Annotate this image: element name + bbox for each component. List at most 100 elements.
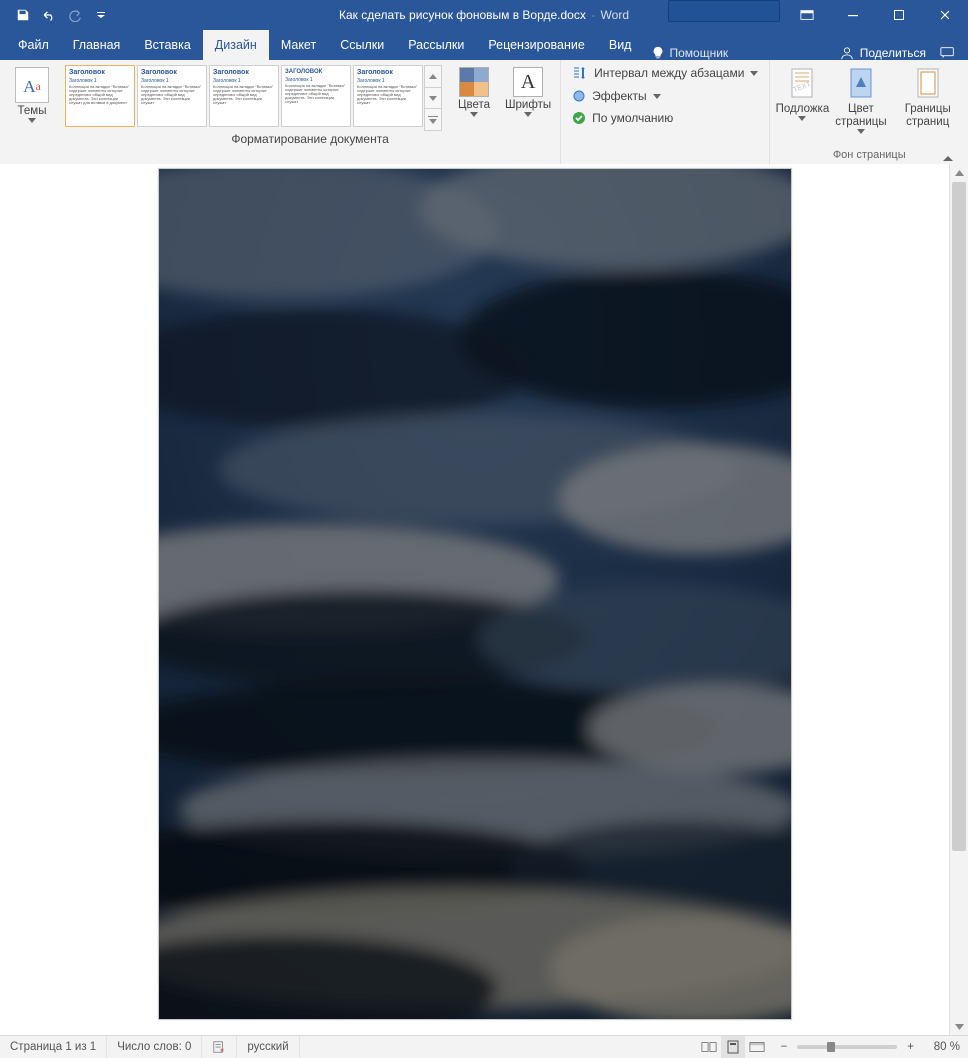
tab-home[interactable]: Главная [61, 30, 133, 60]
scroll-thumb[interactable] [952, 182, 966, 851]
fonts-button[interactable]: A Шрифты [500, 64, 556, 120]
ribbon-display-options[interactable] [784, 0, 830, 30]
style-thumb[interactable]: Заголовок Заголовок 1 Коллекция на вклад… [353, 65, 423, 127]
zoom-in-button[interactable]: + [903, 1041, 918, 1053]
zoom-slider[interactable] [797, 1045, 897, 1049]
tab-view[interactable]: Вид [597, 30, 644, 60]
chevron-down-icon [524, 112, 532, 117]
gallery-scroll-up[interactable] [425, 66, 441, 88]
themes-label: Темы [18, 105, 47, 118]
tab-layout[interactable]: Макет [269, 30, 328, 60]
tab-review[interactable]: Рецензирование [476, 30, 597, 60]
group-label-page-background: Фон страницы [833, 148, 906, 162]
checkmark-circle-icon [572, 111, 586, 125]
maximize-icon [893, 9, 905, 21]
view-web-layout[interactable] [745, 1036, 769, 1058]
chevron-down-icon [653, 94, 661, 99]
status-language[interactable]: русский [237, 1036, 299, 1058]
page-color-button[interactable]: Цвет страницы [830, 64, 891, 137]
tab-design[interactable]: Дизайн [203, 30, 269, 60]
document-area[interactable] [0, 164, 949, 1036]
page-borders-icon [913, 67, 943, 101]
chevron-up-icon [942, 154, 954, 162]
watermark-button[interactable]: TEXT Подложка [776, 64, 828, 137]
maximize-button[interactable] [876, 0, 922, 30]
colors-button[interactable]: Цвета [448, 64, 500, 120]
document-page [158, 168, 792, 1020]
group-label-document-formatting: Форматирование документа [231, 132, 388, 146]
style-thumb[interactable]: Заголовок Заголовок 1 Коллекция на вклад… [281, 65, 351, 127]
watermark-icon: TEXT [787, 67, 817, 101]
gallery-scroll-down[interactable] [425, 88, 441, 110]
person-icon [840, 46, 854, 60]
page-color-icon [846, 67, 876, 101]
save-icon [16, 8, 30, 22]
view-print-layout[interactable] [721, 1036, 745, 1058]
collapse-ribbon-button[interactable] [942, 154, 954, 162]
zoom-control: − + 80 % [769, 1041, 968, 1053]
undo-button[interactable] [36, 0, 62, 30]
account-box[interactable] [668, 0, 780, 22]
colors-icon [459, 67, 489, 97]
ribbon-tabs: Файл Главная Вставка Дизайн Макет Ссылки… [0, 30, 968, 60]
redo-icon [68, 8, 82, 22]
paragraph-spacing-button[interactable]: Интервал между абзацами [567, 62, 763, 84]
effects-button[interactable]: Эффекты [567, 86, 763, 106]
window-controls [668, 0, 968, 30]
save-button[interactable] [10, 0, 36, 30]
effects-icon [572, 89, 586, 103]
ribbon-options-icon [800, 9, 814, 21]
formatting-options: Интервал между абзацами Эффекты По умолч… [561, 60, 769, 164]
status-spellcheck[interactable] [202, 1036, 237, 1058]
zoom-percent[interactable]: 80 % [924, 1041, 960, 1053]
workspace [0, 164, 968, 1036]
vertical-scrollbar[interactable] [949, 164, 968, 1036]
status-word-count[interactable]: Число слов: 0 [107, 1036, 202, 1058]
chevron-down-icon [470, 112, 478, 117]
chevron-down-icon [750, 71, 758, 76]
qat-customize-button[interactable] [88, 0, 114, 30]
scroll-up-button[interactable] [950, 164, 968, 182]
redo-button[interactable] [62, 0, 88, 30]
style-set-gallery[interactable]: Заголовок Заголовок 1 Коллекция на вклад… [64, 64, 442, 132]
minimize-icon [847, 9, 859, 21]
fonts-icon: A [513, 67, 543, 97]
comments-icon[interactable] [940, 46, 956, 60]
app-name: Word [601, 8, 629, 22]
status-page[interactable]: Страница 1 из 1 [0, 1036, 107, 1058]
web-layout-icon [749, 1041, 765, 1053]
page-borders-button[interactable]: Границы страниц [893, 64, 962, 137]
tell-me-control[interactable]: Помощник [651, 46, 728, 60]
status-bar: Страница 1 из 1 Число слов: 0 русский − … [0, 1035, 968, 1058]
zoom-slider-handle[interactable] [827, 1042, 835, 1052]
tab-file[interactable]: Файл [6, 30, 61, 60]
tab-mailings[interactable]: Рассылки [396, 30, 476, 60]
style-thumb[interactable]: Заголовок Заголовок 1 Коллекция на вклад… [137, 65, 207, 127]
themes-button[interactable]: Aa Темы [6, 64, 58, 126]
view-read-mode[interactable] [697, 1036, 721, 1058]
read-mode-icon [701, 1041, 717, 1053]
gallery-expand[interactable] [425, 109, 441, 130]
share-button[interactable]: Поделиться [840, 46, 926, 60]
close-button[interactable] [922, 0, 968, 30]
style-thumb[interactable]: Заголовок Заголовок 1 Коллекция на вклад… [209, 65, 279, 127]
share-label: Поделиться [860, 46, 926, 60]
tab-insert[interactable]: Вставка [132, 30, 202, 60]
gallery-scroll [424, 65, 442, 131]
tell-me-label: Помощник [669, 46, 728, 60]
colors-label: Цвета [458, 99, 490, 112]
chevron-down-icon [28, 118, 36, 123]
set-default-button[interactable]: По умолчанию [567, 108, 763, 128]
style-thumb[interactable]: Заголовок Заголовок 1 Коллекция на вклад… [65, 65, 135, 127]
document-formatting-group: Заголовок Заголовок 1 Коллекция на вклад… [60, 60, 561, 164]
tab-references[interactable]: Ссылки [328, 30, 396, 60]
ribbon-design: Aa Темы Заголовок Заголовок 1 Коллекция … [0, 60, 968, 165]
document-name: Как сделать рисунок фоновым в Ворде.docx [339, 8, 586, 22]
zoom-out-button[interactable]: − [777, 1041, 792, 1053]
minimize-button[interactable] [830, 0, 876, 30]
scroll-track[interactable] [950, 182, 968, 1018]
scroll-down-button[interactable] [950, 1018, 968, 1036]
title-bar: Как сделать рисунок фоновым в Ворде.docx… [0, 0, 968, 30]
quick-access-toolbar [0, 0, 114, 30]
themes-icon: Aa [15, 67, 49, 103]
